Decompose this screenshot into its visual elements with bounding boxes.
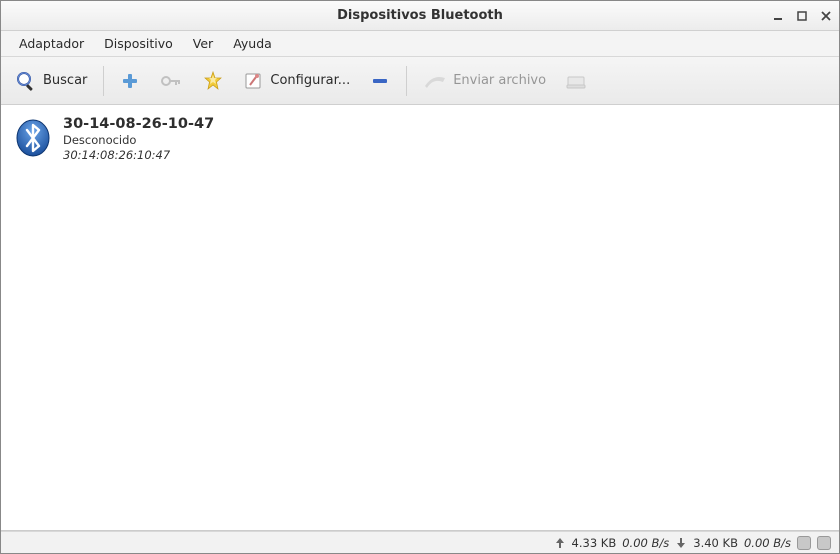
maximize-icon [797,11,807,21]
plus-icon [120,71,140,91]
trust-button[interactable] [194,64,232,98]
device-name: 30-14-08-26-10-47 [63,115,214,133]
window-title: Dispositivos Bluetooth [337,8,503,23]
device-item[interactable]: 30-14-08-26-10-47 Desconocido 30:14:08:2… [1,111,839,166]
minimize-button[interactable] [771,9,785,23]
tray-icon-1[interactable] [797,536,811,550]
device-type: Desconocido [63,133,214,147]
close-icon [821,11,831,21]
configure-button-label: Configurar... [270,73,350,88]
toolbar-separator [406,66,407,96]
add-button[interactable] [112,64,148,98]
statusbar: 4.33 KB 0.00 B/s 3.40 KB 0.00 B/s [1,531,839,553]
menubar: Adaptador Dispositivo Ver Ayuda [1,31,839,57]
tray-icon-2[interactable] [817,536,831,550]
send-file-button: Enviar archivo [415,64,554,98]
device-icon-holder [11,118,55,158]
key-icon [160,71,182,91]
browse-icon [566,72,588,90]
configure-icon [244,71,264,91]
maximize-button[interactable] [795,9,809,23]
remove-button[interactable] [362,64,398,98]
window-controls [771,1,833,30]
menu-device[interactable]: Dispositivo [94,31,183,56]
download-rate: 0.00 B/s [744,536,791,550]
upload-total: 4.33 KB [572,536,617,550]
minus-icon [370,71,390,91]
toolbar: Buscar [1,57,839,105]
titlebar: Dispositivos Bluetooth [1,1,839,31]
bluetooth-devices-window: Dispositivos Bluetooth Adaptador Disposi… [0,0,840,554]
upload-rate: 0.00 B/s [622,536,669,550]
device-list[interactable]: 30-14-08-26-10-47 Desconocido 30:14:08:2… [1,105,839,531]
close-button[interactable] [819,9,833,23]
device-mac: 30:14:08:26:10:47 [63,148,214,162]
bluetooth-icon [13,118,53,158]
menu-adapter[interactable]: Adaptador [9,31,94,56]
star-icon [202,70,224,92]
download-icon [675,537,687,549]
upload-icon [554,537,566,549]
send-icon [423,72,447,90]
search-button-label: Buscar [43,73,87,88]
send-file-label: Enviar archivo [453,73,546,88]
menu-help[interactable]: Ayuda [223,31,282,56]
download-total: 3.40 KB [693,536,738,550]
search-button[interactable]: Buscar [7,64,95,98]
configure-button[interactable]: Configurar... [236,64,358,98]
pair-button [152,64,190,98]
minimize-icon [773,11,783,21]
toolbar-separator [103,66,104,96]
browse-button [558,64,596,98]
device-text: 30-14-08-26-10-47 Desconocido 30:14:08:2… [63,115,214,162]
search-icon [15,70,37,92]
menu-view[interactable]: Ver [183,31,223,56]
